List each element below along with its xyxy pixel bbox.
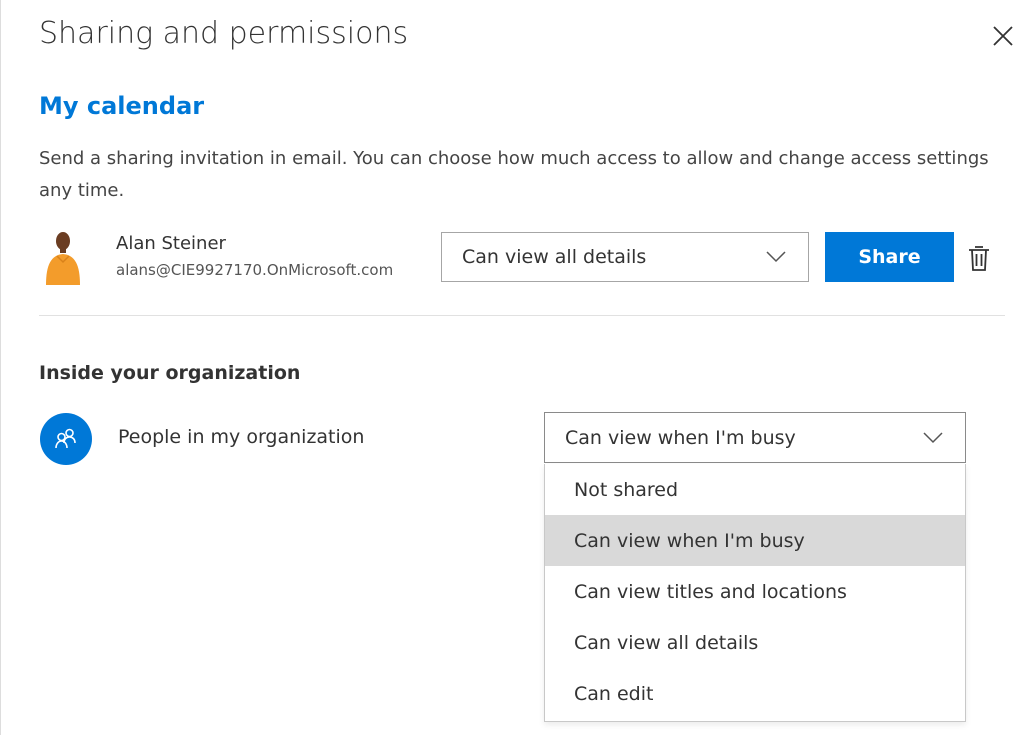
section-divider [39,315,1005,316]
people-icon [55,428,76,449]
chevron-down-icon [923,431,943,443]
dropdown-option-not-shared[interactable]: Not shared [545,464,965,515]
invitee-email: alans@CIE9927170.OnMicrosoft.com [116,261,394,279]
trash-icon [969,246,989,271]
dropdown-option-edit[interactable]: Can edit [545,668,965,719]
user-avatar [46,232,80,285]
invitee-permission-select[interactable]: Can view all details [441,232,809,282]
dropdown-option-busy[interactable]: Can view when I'm busy [545,515,965,566]
calendar-name: My calendar [39,92,205,120]
organization-avatar [40,413,92,465]
permission-dropdown-list: Not shared Can view when I'm busy Can vi… [544,464,966,722]
invitee-name: Alan Steiner [116,233,226,254]
dropdown-option-all-details[interactable]: Can view all details [545,617,965,668]
avatar [41,229,85,285]
remove-invitee-button[interactable] [967,244,991,272]
organization-permission-select[interactable]: Can view when I'm busy [544,412,966,463]
organization-permission-value: Can view when I'm busy [565,426,796,449]
section-heading: Inside your organization [39,362,301,384]
dialog-title: Sharing and permissions [39,16,409,51]
dropdown-option-titles-locations[interactable]: Can view titles and locations [545,566,965,617]
sharing-dialog: Sharing and permissions My calendar Send… [0,0,1028,735]
share-button[interactable]: Share [825,232,954,282]
close-icon [993,26,1013,46]
close-button[interactable] [987,20,1019,52]
invitee-permission-value: Can view all details [462,246,647,268]
chevron-down-icon [766,251,786,263]
organization-label: People in my organization [118,426,365,448]
sharing-description: Send a sharing invitation in email. You … [39,148,989,201]
